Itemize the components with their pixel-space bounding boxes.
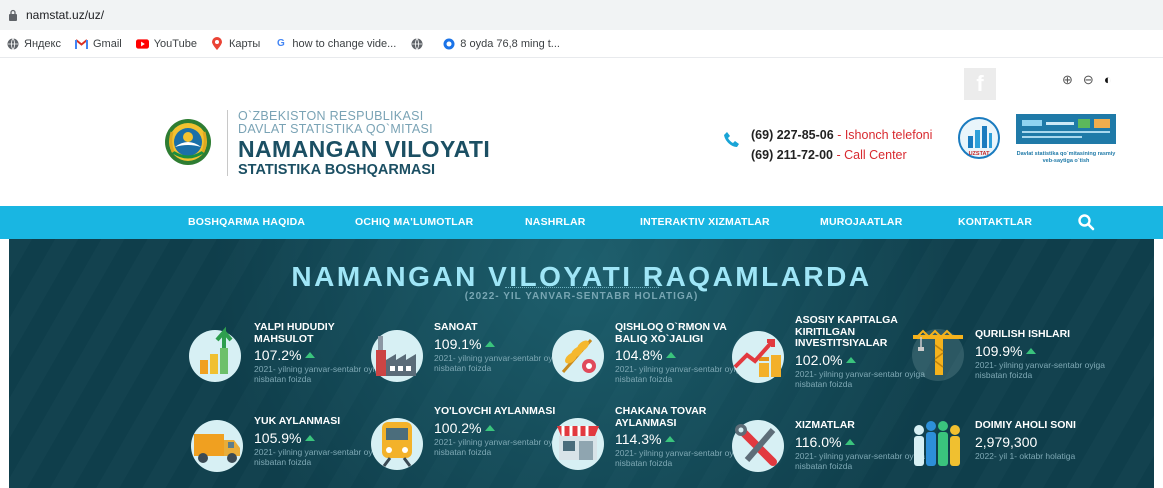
stat-committee-banner[interactable]: Davlat statistika qo`mitasining rasmiy v… bbox=[1016, 114, 1116, 166]
stat-value: 114.3% bbox=[615, 431, 662, 447]
header-divider bbox=[227, 110, 228, 176]
bookmark-maps[interactable]: Карты bbox=[211, 37, 260, 50]
stat-card-industry[interactable]: SANOAT 109.1% 2021- yilning yanvar-senta… bbox=[368, 321, 568, 388]
stat-card-retail[interactable]: CHAKANA TOVAR AYLANMASI 114.3% 2021- yil… bbox=[549, 405, 749, 472]
stat-label: QURILISH ISHLARI bbox=[975, 328, 1071, 340]
stat-value: 116.0% bbox=[795, 433, 842, 450]
stat-value: 105.9% bbox=[254, 429, 302, 446]
stat-card-grp[interactable]: YALPI HUDUDIY MAHSULOT 107.2% 2021- yiln… bbox=[188, 321, 388, 388]
bookmarks-bar: Яндекс Gmail YouTube Карты G how to chan… bbox=[0, 30, 1163, 58]
stat-note: 2022- yil 1- oktabr holatiga bbox=[975, 450, 1076, 461]
nav-item-appeals[interactable]: MUROJAATLAR bbox=[820, 206, 903, 239]
wheat-icon bbox=[549, 326, 607, 384]
nav-item-about[interactable]: BOSHQARMA HAQIDA bbox=[188, 206, 305, 239]
map-pin-icon bbox=[211, 37, 224, 50]
site-title[interactable]: O`ZBEKISTON RESPUBLIKASI DAVLAT STATISTI… bbox=[238, 110, 491, 179]
factory-icon bbox=[368, 326, 426, 384]
zoom-in-icon[interactable]: ⊕ bbox=[1062, 72, 1073, 88]
youtube-icon bbox=[135, 37, 149, 50]
nav-item-contacts[interactable]: KONTAKTLAR bbox=[958, 206, 1032, 239]
hero-title-divider bbox=[505, 287, 659, 288]
crane-icon bbox=[909, 325, 967, 383]
news-site-icon bbox=[442, 37, 455, 50]
stat-label: DOIMIY AHOLI SONI bbox=[975, 419, 1076, 431]
bookmark-youtube[interactable]: YouTube bbox=[135, 37, 197, 50]
address-bar[interactable]: namstat.uz/uz/ bbox=[0, 0, 1163, 30]
growth-chart-icon bbox=[188, 326, 246, 384]
population-icon bbox=[909, 418, 967, 476]
department-title: STATISTIKA BOSHQARMASI bbox=[238, 162, 436, 178]
uzstat-label: UZSTAT bbox=[969, 151, 991, 157]
search-icon[interactable] bbox=[1077, 213, 1095, 236]
stats-hero: NAMANGAN VILOYATI RAQAMLARDA (2022- YIL … bbox=[9, 239, 1154, 488]
url-text: namstat.uz/uz/ bbox=[26, 8, 105, 22]
globe-icon bbox=[410, 37, 423, 50]
phone-list: (69) 227-85-06 - Ishonch telefoni (69) 2… bbox=[751, 125, 932, 165]
stat-card-population[interactable]: DOIMIY AHOLI SONI 2,979,300 2022- yil 1-… bbox=[909, 414, 1109, 480]
stat-card-investments[interactable]: ASOSIY KAPITALGA KIRITILGAN INVESTITSIYA… bbox=[729, 314, 929, 389]
phone-trust-line[interactable]: (69) 227-85-06 - Ishonch telefoni bbox=[751, 125, 932, 145]
zoom-out-icon[interactable]: ⊖ bbox=[1083, 72, 1094, 88]
stat-value: 102.0% bbox=[795, 351, 843, 368]
stat-card-passenger[interactable]: YO'LOVCHI AYLANMASI 100.2% 2021- yilning… bbox=[368, 405, 568, 472]
hero-title: NAMANGAN VILOYATI RAQAMLARDA bbox=[291, 261, 872, 292]
up-arrow-icon bbox=[305, 434, 316, 441]
google-icon: G bbox=[276, 38, 285, 49]
up-arrow-icon bbox=[665, 436, 676, 442]
bookmark-yandex[interactable]: Яндекс bbox=[6, 37, 61, 50]
train-icon bbox=[368, 414, 426, 472]
up-arrow-icon bbox=[845, 438, 856, 445]
lock-icon bbox=[6, 8, 20, 22]
shop-icon bbox=[549, 414, 607, 472]
investment-chart-icon bbox=[729, 327, 787, 385]
up-arrow-icon bbox=[485, 340, 496, 347]
bookmark-news[interactable]: 8 oyda 76,8 ming t... bbox=[442, 37, 560, 50]
stat-value: 100.2% bbox=[434, 419, 482, 436]
stat-note: 2021- yilning yanvar-sentabr oyiga nisba… bbox=[975, 359, 1105, 380]
stat-value: 109.9% bbox=[975, 342, 1023, 359]
globe-icon bbox=[6, 37, 19, 50]
tools-icon bbox=[729, 418, 787, 476]
phone-icon bbox=[723, 131, 741, 154]
up-arrow-icon bbox=[666, 352, 677, 358]
nav-item-interactive-services[interactable]: INTERAKTIV XIZMATLAR bbox=[640, 206, 770, 239]
stat-card-construction[interactable]: QURILISH ISHLARI 109.9% 2021- yilning ya… bbox=[909, 328, 1109, 395]
up-arrow-icon bbox=[846, 356, 857, 363]
nav-item-publications[interactable]: NASHRLAR bbox=[525, 206, 586, 239]
org-line2: DAVLAT STATISTIKA QO`MITASI bbox=[238, 122, 433, 136]
bookmark-gmail[interactable]: Gmail bbox=[75, 37, 122, 50]
up-arrow-icon bbox=[1026, 347, 1037, 354]
up-arrow-icon bbox=[485, 424, 496, 431]
bookmark-google-search[interactable]: G how to change vide... bbox=[274, 37, 396, 50]
stat-card-agriculture[interactable]: QISHLOQ O`RMON VA BALIQ XO`JALIGI 104.8%… bbox=[549, 321, 749, 388]
contrast-icon[interactable]: ◐ bbox=[1104, 72, 1112, 88]
gmail-icon bbox=[75, 37, 88, 50]
accessibility-tools: ⊕ ⊖ ◐ bbox=[1062, 72, 1112, 88]
phone-call-center[interactable]: (69) 211-72-00 - Call Center bbox=[751, 145, 932, 165]
stat-card-services[interactable]: XIZMATLAR 116.0% 2021- yilning yanvar-se… bbox=[729, 414, 929, 480]
stat-value: 2,979,300 bbox=[975, 433, 1038, 450]
up-arrow-icon bbox=[305, 352, 316, 358]
bookmark-globe[interactable] bbox=[410, 37, 428, 50]
nav-item-open-data[interactable]: OCHIQ MA'LUMOTLAR bbox=[355, 206, 473, 239]
stat-value: 109.1% bbox=[434, 335, 482, 352]
truck-icon bbox=[188, 418, 246, 476]
stat-value: 107.2% bbox=[254, 347, 302, 363]
hero-subtitle: (2022- YIL YANVAR-SENTABR HOLATIGA) bbox=[464, 291, 699, 302]
uzstat-logo[interactable]: UZSTAT bbox=[957, 116, 1001, 165]
banner-caption: Davlat statistika qo`mitasining rasmiy v… bbox=[1016, 151, 1116, 164]
state-emblem-logo[interactable] bbox=[163, 117, 213, 172]
region-title: NAMANGAN VILOYATI bbox=[238, 136, 491, 162]
stat-value: 104.8% bbox=[615, 347, 663, 363]
stat-card-freight[interactable]: YUK AYLANMASI 105.9% 2021- yilning yanva… bbox=[188, 414, 388, 480]
facebook-icon[interactable]: f bbox=[964, 68, 996, 100]
main-nav: BOSHQARMA HAQIDA OCHIQ MA'LUMOTLAR NASHR… bbox=[0, 206, 1163, 239]
